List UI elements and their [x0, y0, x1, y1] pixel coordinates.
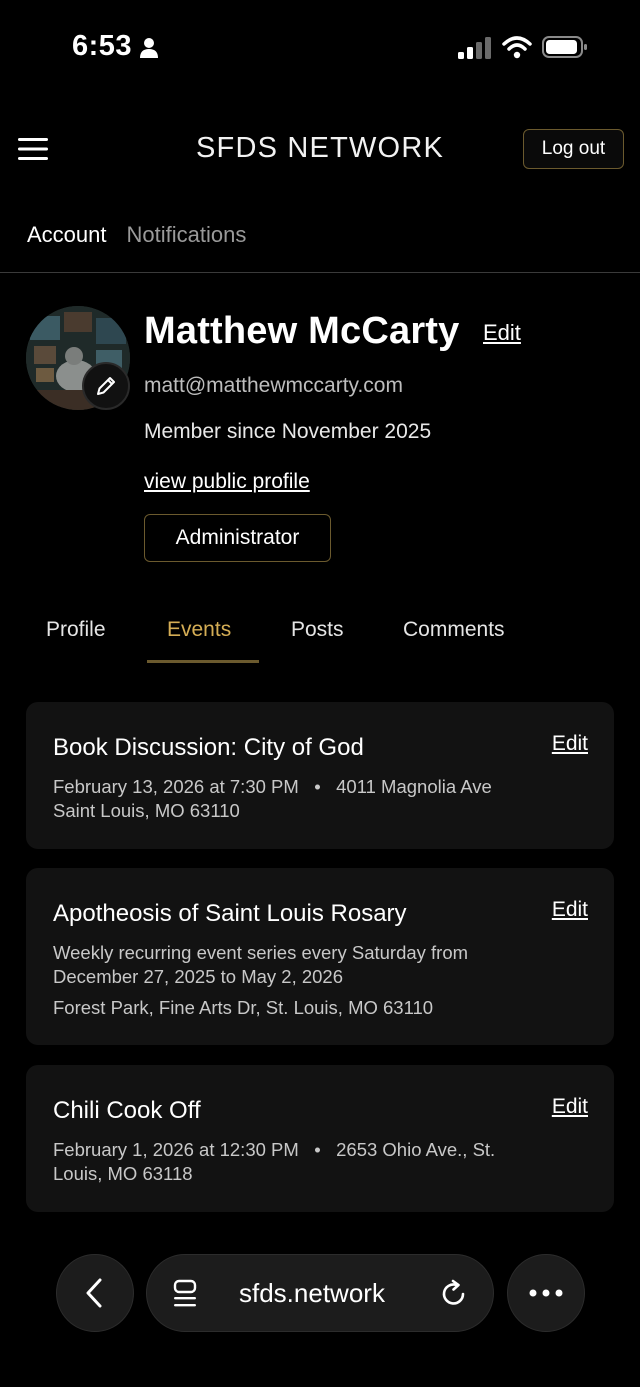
- active-tab-indicator: [147, 660, 259, 663]
- person-icon: [140, 38, 158, 58]
- status-bar: 6:53: [0, 0, 640, 95]
- event-title: Book Discussion: City of God: [53, 734, 364, 761]
- event-card[interactable]: Chili Cook Off Edit February 1, 2026 at …: [26, 1065, 614, 1212]
- tab-posts[interactable]: Posts: [291, 618, 344, 642]
- view-public-profile-link[interactable]: view public profile: [144, 470, 310, 494]
- account-tabs: Account Notifications: [27, 222, 246, 248]
- event-details: February 13, 2026 at 7:30 PM • 4011 Magn…: [53, 775, 523, 823]
- logout-button[interactable]: Log out: [523, 129, 624, 169]
- more-options-button[interactable]: [507, 1254, 585, 1332]
- event-edit-link[interactable]: Edit: [552, 1095, 588, 1119]
- cellular-signal-icon: [458, 37, 491, 59]
- content-tabs: Profile Events Posts Comments: [0, 612, 640, 664]
- edit-profile-link[interactable]: Edit: [483, 320, 521, 346]
- event-edit-link[interactable]: Edit: [552, 898, 588, 922]
- header-divider: [0, 272, 640, 273]
- avatar-edit-button[interactable]: [82, 362, 130, 410]
- tab-comments[interactable]: Comments: [403, 618, 505, 642]
- chevron-left-icon: [86, 1278, 102, 1308]
- event-datetime: February 13, 2026 at 7:30 PM: [53, 776, 299, 797]
- event-edit-link[interactable]: Edit: [552, 732, 588, 756]
- wifi-icon: [502, 36, 532, 59]
- tab-account[interactable]: Account: [27, 222, 107, 248]
- reload-icon[interactable]: [439, 1279, 469, 1309]
- page-menu-icon[interactable]: [171, 1278, 199, 1310]
- tab-events[interactable]: Events: [167, 618, 231, 642]
- user-name: Matthew McCarty: [144, 310, 460, 352]
- pencil-icon: [97, 377, 115, 395]
- event-location: Forest Park, Fine Arts Dr, St. Louis, MO…: [53, 997, 434, 1018]
- event-details: February 1, 2026 at 12:30 PM • 2653 Ohio…: [53, 1138, 523, 1186]
- browser-toolbar: sfds.network: [0, 1254, 640, 1332]
- back-button[interactable]: [56, 1254, 134, 1332]
- event-recurrence: Weekly recurring event series every Satu…: [53, 942, 469, 987]
- status-time: 6:53: [72, 30, 133, 62]
- event-card[interactable]: Apotheosis of Saint Louis Rosary Edit We…: [26, 868, 614, 1045]
- url-text[interactable]: sfds.network: [239, 1278, 385, 1309]
- more-icon: [529, 1289, 563, 1297]
- battery-icon: [542, 36, 587, 58]
- meta-separator: •: [303, 776, 331, 797]
- tab-profile[interactable]: Profile: [46, 618, 106, 642]
- user-email: matt@matthewmccarty.com: [144, 374, 403, 397]
- event-title: Apotheosis of Saint Louis Rosary: [53, 900, 407, 927]
- meta-separator: •: [303, 1139, 331, 1160]
- role-badge: Administrator: [144, 514, 331, 562]
- tab-notifications[interactable]: Notifications: [127, 222, 247, 248]
- event-datetime: February 1, 2026 at 12:30 PM: [53, 1139, 299, 1160]
- address-bar[interactable]: sfds.network: [146, 1254, 494, 1332]
- event-card[interactable]: Book Discussion: City of God Edit Februa…: [26, 702, 614, 849]
- member-since: Member since November 2025: [144, 420, 432, 443]
- event-title: Chili Cook Off: [53, 1097, 201, 1124]
- app-header: SFDS NETWORK Log out: [0, 110, 640, 186]
